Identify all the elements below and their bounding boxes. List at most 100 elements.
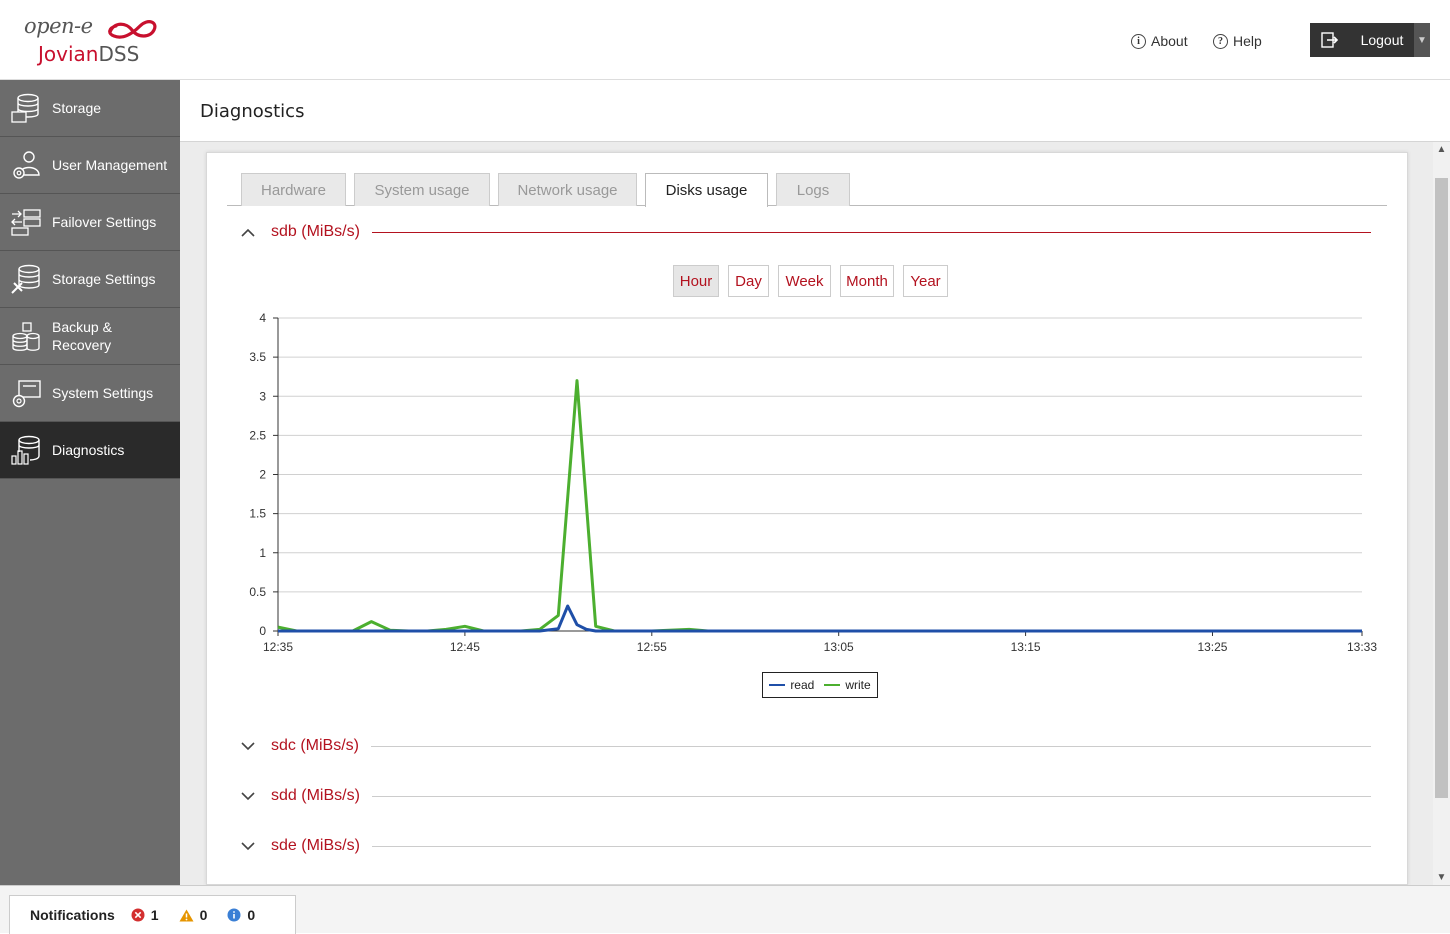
legend-item-read[interactable]: read [769,678,814,692]
chevron-up-icon [241,225,271,240]
logout-dropdown-chevron-icon[interactable]: ▼ [1414,23,1430,57]
range-day-button[interactable]: Day [728,265,769,297]
info-icon [227,908,241,922]
x-tick-label: 13:15 [1011,640,1041,653]
section-divider [371,795,1371,797]
sidebar-item-label: System Settings [52,385,154,401]
scroll-up-arrow-icon[interactable]: ▲ [1433,144,1450,155]
sidebar-item-backup-recovery[interactable]: Backup & Recovery [0,308,180,365]
notifications-tab[interactable]: Notifications 1 0 0 [9,895,296,934]
sidebar-item-storage-settings[interactable]: Storage Settings [0,251,180,308]
legend-item-write[interactable]: write [824,678,871,692]
section-title: sde (MiBs/s) [271,837,360,854]
legend-label: write [845,678,871,692]
tab-bar: Hardware System usage Network usage Disk… [227,173,1387,207]
y-tick-label: 4 [259,313,266,325]
info-icon: i [1131,33,1146,49]
chevron-down-icon [241,789,271,804]
help-link[interactable]: ? Help [1213,33,1262,49]
logout-icon [1310,32,1350,48]
y-tick-label: 2 [259,468,266,482]
range-hour-button[interactable]: Hour [673,265,719,297]
section-divider [371,231,1371,233]
logout-label: Logout [1360,32,1404,48]
warning-count[interactable]: 0 [179,907,208,923]
info-count[interactable]: 0 [227,907,255,923]
range-year-button[interactable]: Year [903,265,948,297]
sidebar-item-failover-settings[interactable]: Failover Settings [0,194,180,251]
section-header-sde[interactable]: sde (MiBs/s) [241,834,1371,858]
infinity-logo-icon [108,20,157,39]
tab-hardware[interactable]: Hardware [241,173,346,206]
top-header: open-e JovianDSS i About ? Help Logout ▼ [0,0,1450,80]
user-gear-icon [0,149,52,181]
jovian-logo: open-e JovianDSS [24,14,164,66]
info-count-value: 0 [247,907,256,923]
sidebar-item-label: User Management [52,157,168,173]
main-content: Diagnostics Hardware System usage Networ… [180,80,1450,885]
series-line-read [278,604,1362,633]
page-header: Diagnostics [180,80,1450,142]
failover-icon [0,206,52,238]
tab-system-usage[interactable]: System usage [354,173,490,206]
error-count[interactable]: 1 [131,907,159,923]
sidebar-item-label: Diagnostics [52,442,125,458]
logo-brand-text: JovianDSS [38,42,139,66]
y-tick-label: 3 [259,389,266,403]
range-month-button[interactable]: Month [840,265,894,297]
y-tick-label: 1.5 [249,507,266,521]
sidebar-item-diagnostics[interactable]: Diagnostics [0,422,180,479]
series-line-write [277,379,1362,633]
vertical-scrollbar[interactable]: ▲ ▼ [1433,142,1450,885]
notifications-label: Notifications [30,907,115,923]
logout-button[interactable]: Logout ▼ [1310,23,1430,57]
about-label: About [1151,33,1188,49]
error-count-value: 1 [150,907,159,923]
sidebar-item-storage[interactable]: Storage [0,80,180,137]
sidebar: Storage User Management Failover Setting… [0,80,180,885]
y-tick-label: 0 [259,624,266,638]
backup-icon [0,320,52,352]
logo-brand-red: Jovian [38,42,99,66]
y-tick-label: 3.5 [249,350,266,364]
scroll-down-arrow-icon[interactable]: ▼ [1433,872,1450,883]
help-label: Help [1233,33,1262,49]
question-icon: ? [1213,33,1228,49]
y-tick-label: 1 [259,546,266,560]
section-header-sdd[interactable]: sdd (MiBs/s) [241,784,1371,808]
warning-icon [179,909,194,921]
x-tick-label: 13:25 [1197,640,1227,653]
disk-usage-chart: 0 0.5 1 1.5 2 2.5 3 3.5 4 12:35 12:45 12:55 13:05 13:… [249,313,1377,653]
x-tick-label: 13:05 [824,640,854,653]
about-link[interactable]: i About [1131,33,1188,49]
section-divider [371,745,1371,747]
section-title: sdd (MiBs/s) [271,787,360,804]
chevron-down-icon [241,839,271,854]
y-tick-label: 0.5 [249,585,266,599]
section-divider [371,845,1371,847]
chart-legend: read write [762,672,878,698]
x-tick-label: 12:45 [450,640,480,653]
footer-bar: Notifications 1 0 0 [0,885,1450,934]
y-tick-label: 2.5 [249,428,266,442]
database-icon [0,92,52,124]
sidebar-item-user-management[interactable]: User Management [0,137,180,194]
x-tick-label: 13:33 [1347,640,1377,653]
warning-count-value: 0 [199,907,208,923]
tab-disks-usage[interactable]: Disks usage [645,173,768,207]
range-week-button[interactable]: Week [778,265,831,297]
storage-tools-icon [0,263,52,295]
section-header-sdc[interactable]: sdc (MiBs/s) [241,734,1371,758]
sidebar-item-system-settings[interactable]: System Settings [0,365,180,422]
sidebar-item-label: Backup & Recovery [52,319,112,353]
tab-network-usage[interactable]: Network usage [498,173,637,206]
scrollbar-thumb[interactable] [1435,178,1448,798]
section-title: sdb (MiBs/s) [271,223,360,240]
logo-open-e-text: open-e [24,14,93,38]
x-tick-label: 12:35 [263,640,293,653]
error-icon [131,908,145,922]
sidebar-item-label: Storage Settings [52,271,156,287]
sidebar-item-label: Failover Settings [52,214,157,230]
tab-logs[interactable]: Logs [776,173,850,206]
section-header-sdb[interactable]: sdb (MiBs/s) [241,220,1371,244]
